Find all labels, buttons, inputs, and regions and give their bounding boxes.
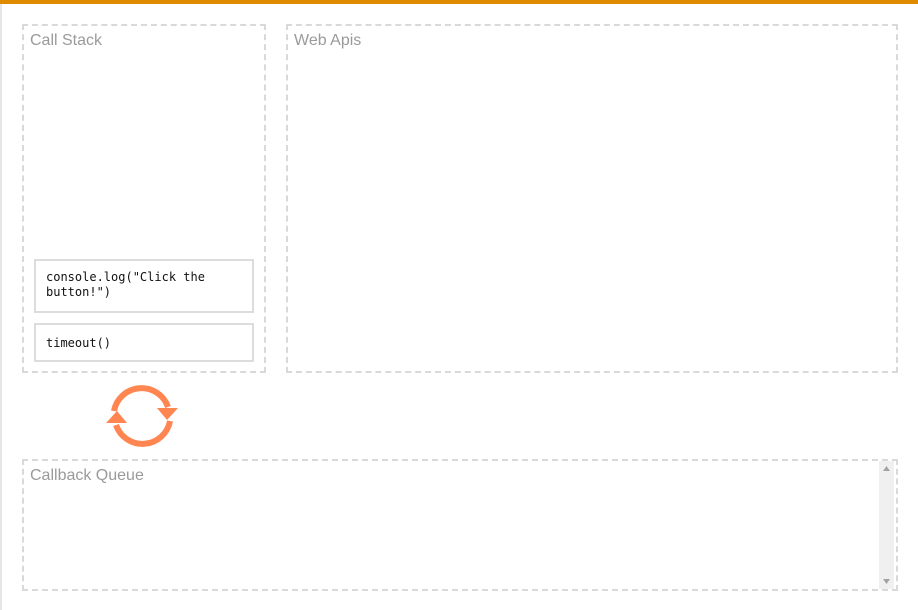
- callback-queue-panel: Callback Queue: [22, 459, 898, 591]
- scroll-up-arrow-icon[interactable]: [879, 461, 894, 476]
- web-apis-panel: Web Apis: [286, 24, 898, 373]
- call-stack-panel: Call Stack console.log("Click the button…: [22, 24, 266, 373]
- callback-queue-scrollbar[interactable]: [879, 461, 894, 589]
- loop-arc-bottom: [113, 420, 173, 447]
- callback-queue-title: Callback Queue: [30, 467, 144, 484]
- refresh-icon: [104, 385, 180, 447]
- event-loop-refresh-icon: [106, 385, 178, 447]
- left-edge: [0, 4, 2, 610]
- call-stack-frame: timeout(): [34, 323, 254, 362]
- loop-arrow-right: [157, 408, 178, 420]
- call-stack-frame: console.log("Click the button!"): [34, 259, 254, 313]
- loop-arc-top: [111, 385, 171, 412]
- top-accent-bar: [0, 0, 918, 4]
- web-apis-title: Web Apis: [294, 32, 362, 49]
- loop-arrow-left: [106, 411, 127, 423]
- scroll-down-arrow-icon[interactable]: [879, 574, 894, 589]
- call-stack-title: Call Stack: [30, 32, 103, 49]
